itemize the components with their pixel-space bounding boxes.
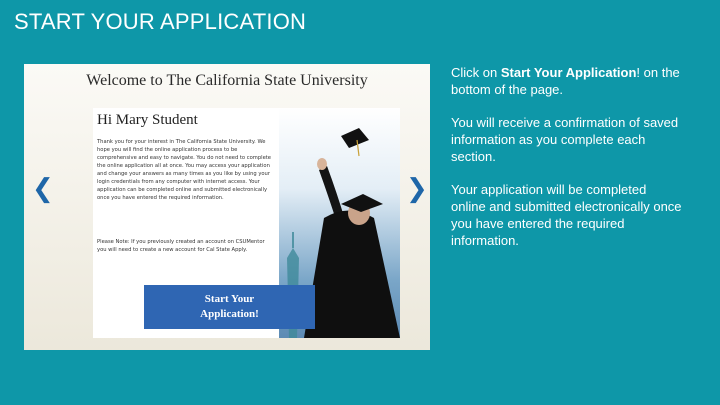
greeting: Hi Mary Student xyxy=(97,112,198,128)
carousel-prev-arrow-icon[interactable]: ❮ xyxy=(32,176,54,202)
instruction-step-2: You will receive a confirmation of saved… xyxy=(451,115,679,164)
welcome-heading: Welcome to The California State Universi… xyxy=(86,72,368,89)
cta-line-1: Start Your xyxy=(204,293,255,305)
instruction-step-3: Your application will be completed onlin… xyxy=(451,182,682,248)
cta-line-2: Application! xyxy=(200,308,259,320)
instructions-panel: Click on Start Your Application! on the … xyxy=(451,64,683,265)
cta-label: Start Your Application! xyxy=(200,292,259,322)
carousel-next-arrow-icon[interactable]: ❯ xyxy=(406,176,428,202)
start-your-application-button[interactable]: Start Your Application! xyxy=(144,285,315,329)
application-screenshot: Welcome to The California State Universi… xyxy=(24,64,430,350)
slide-title: START YOUR APPLICATION xyxy=(14,9,307,34)
instruction-1-bold: Start Your Application xyxy=(500,65,637,80)
welcome-body-text: Thank you for your interest in The Calif… xyxy=(97,139,271,201)
instruction-1-prefix: Click on xyxy=(451,65,501,80)
instruction-step-1: Click on Start Your Application! on the … xyxy=(451,64,683,98)
csumentor-note: Please Note: If you previously created a… xyxy=(97,239,265,253)
